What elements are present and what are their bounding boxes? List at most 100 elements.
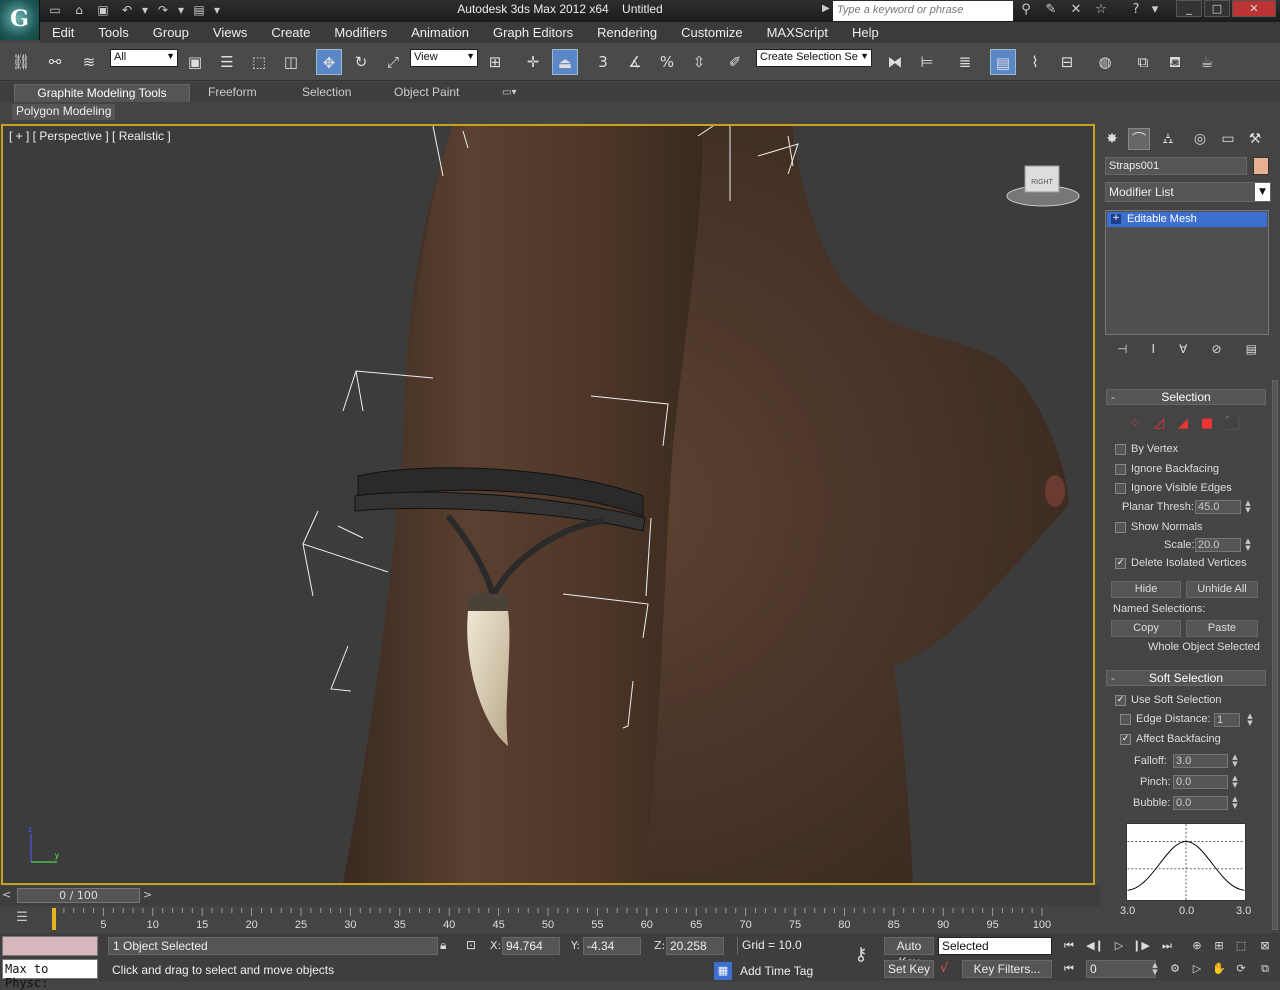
object-name-field[interactable]: Straps001 [1105,157,1247,175]
time-tag-icon[interactable]: ▦ [714,962,732,980]
zoom-extents-icon[interactable]: ⬚ [1230,937,1252,955]
window-crossing-icon[interactable]: ◫ [278,49,304,75]
select-and-move-icon[interactable]: ✥ [316,49,342,75]
select-and-link-icon[interactable]: ⛓ [8,49,34,75]
maxscript-mini-listener[interactable]: Max to Physc: [2,959,98,990]
save-icon[interactable]: ▣ [92,1,114,19]
configure-modifier-sets-icon[interactable]: ▤ [1246,342,1257,362]
bubble-spin-arrows[interactable]: ▲ ▼ [1230,796,1240,810]
play-icon[interactable]: ▷ [1108,937,1130,955]
key-mode-dropdown[interactable]: Selected [938,937,1052,955]
face-mode-icon[interactable]: ◢ [1176,417,1190,431]
element-mode-icon[interactable]: ⬛ [1224,417,1240,431]
time-slider-prev-icon[interactable]: < [2,888,11,901]
frame-ruler[interactable]: 5 10 15 20 25 30 35 40 45 50 55 60 65 70 75 80 85 90 95 100 [52,908,1097,930]
help-icon[interactable]: ? [1125,1,1147,19]
new-file-icon[interactable]: ▭ [44,1,66,19]
by-vertex-checkbox[interactable] [1115,444,1126,455]
next-frame-icon[interactable]: ❙▶ [1130,937,1152,955]
ignore-visible-edges-checkbox[interactable] [1115,483,1126,494]
modify-tab-icon[interactable]: ⌒ [1128,128,1150,150]
planar-thresh-spin-arrows[interactable]: ▲ ▼ [1243,500,1253,514]
zoom-icon[interactable]: ⊕ [1186,937,1208,955]
menu-customize[interactable]: Customize [669,25,754,40]
scale-spinner[interactable]: 20.0 [1195,538,1241,552]
tab-object-paint[interactable]: Object Paint [388,84,465,102]
minimize-button[interactable]: _ [1176,0,1202,17]
redo-icon[interactable]: ↷ [152,1,174,19]
align-icon[interactable]: ⊨ [914,49,940,75]
z-coord-field[interactable]: 20.258 [666,937,724,955]
use-soft-selection-checkbox[interactable]: ✓ [1115,695,1126,706]
remove-modifier-icon[interactable]: ⊘ [1211,342,1221,362]
selection-filter-dropdown[interactable]: All [110,49,178,67]
tab-graphite-modeling-tools[interactable]: Graphite Modeling Tools [14,84,190,102]
reference-coordinate-dropdown[interactable]: View [410,49,478,67]
zoom-all-icon[interactable]: ⊞ [1208,937,1230,955]
x-coord-field[interactable]: 94.764 [502,937,560,955]
rendered-frame-window-icon[interactable]: ⛾ [1162,49,1188,75]
go-to-end-icon[interactable]: ⏭ [1156,937,1178,955]
search-input[interactable]: Type a keyword or phrase [833,1,1013,21]
subscription-icon[interactable]: ✎ [1040,1,1062,19]
select-object-icon[interactable]: ▣ [182,49,208,75]
ribbon-options-icon[interactable]: ▭▾ [496,84,522,102]
pan-view-icon[interactable]: ✋ [1208,960,1230,978]
go-to-start-icon[interactable]: ⏮ [1058,937,1080,955]
utilities-tab-icon[interactable]: ⚒ [1244,128,1266,150]
selection-lock-icon[interactable]: 🔒︎ [440,938,446,953]
edge-distance-checkbox[interactable] [1120,714,1131,725]
menu-rendering[interactable]: Rendering [585,25,669,40]
render-setup-icon[interactable]: ⧉ [1130,49,1156,75]
hierarchy-tab-icon[interactable]: ⛼ [1157,128,1179,150]
delete-isolated-checkbox[interactable]: ✓ [1115,558,1126,569]
zoom-extents-all-icon[interactable]: ⊠ [1254,937,1276,955]
menu-graph-editors[interactable]: Graph Editors [481,25,585,40]
pinch-spinner[interactable]: 0.0 [1173,775,1228,789]
time-slider-next-icon[interactable]: > [143,888,152,901]
viewcube[interactable]: RIGHT [1003,156,1083,216]
tab-selection[interactable]: Selection [296,84,357,102]
vertex-mode-icon[interactable]: ⁘ [1128,417,1142,431]
show-end-result-icon[interactable]: Ⅰ [1152,342,1156,362]
viewport-label[interactable]: [ + ] [ Perspective ] [ Realistic ] [9,129,171,143]
help-dropdown-icon[interactable]: ▾ [1150,1,1160,19]
menu-modifiers[interactable]: Modifiers [322,25,399,40]
set-key-button[interactable]: Set Key [884,960,934,978]
bind-to-space-warp-icon[interactable]: ≋ [76,49,102,75]
display-tab-icon[interactable]: ▭ [1217,128,1239,150]
menu-animation[interactable]: Animation [399,25,481,40]
soft-selection-rollout-header[interactable]: - Soft Selection [1106,670,1266,686]
rectangular-selection-icon[interactable]: ⬚ [246,49,272,75]
show-normals-checkbox[interactable] [1115,522,1126,533]
command-panel-scrollbar[interactable] [1272,380,1278,930]
polygon-mode-icon[interactable]: ■ [1200,417,1214,431]
polygon-modeling-panel-tab[interactable]: Polygon Modeling [12,104,116,120]
auto-key-button[interactable]: Auto Key [884,937,934,969]
absolute-transform-icon[interactable]: ⊡ [466,938,476,952]
make-unique-icon[interactable]: ∀ [1179,342,1187,362]
render-production-icon[interactable]: ☕ [1194,49,1220,75]
menu-views[interactable]: Views [201,25,259,40]
affect-backfacing-checkbox[interactable]: ✓ [1120,734,1131,745]
menu-maxscript[interactable]: MAXScript [755,25,840,40]
hide-button[interactable]: Hide [1111,581,1181,598]
named-selection-dropdown[interactable]: Create Selection Se [756,49,872,67]
current-frame-marker[interactable] [52,908,56,930]
undo-icon[interactable]: ↶ [116,1,138,19]
ignore-backfacing-checkbox[interactable] [1115,464,1126,475]
menu-edit[interactable]: Edit [40,25,86,40]
add-time-tag-text[interactable]: Add Time Tag [740,964,813,978]
frame-spin-arrows[interactable]: ▲ ▼ [1150,962,1160,976]
falloff-spinner[interactable]: 3.0 [1173,754,1228,768]
scale-spin-arrows[interactable]: ▲ ▼ [1243,538,1253,552]
keyboard-shortcut-override-icon[interactable]: ⏏ [552,49,578,75]
field-of-view-icon[interactable]: ▷ [1186,960,1208,978]
bubble-spinner[interactable]: 0.0 [1173,796,1228,810]
angle-snap-icon[interactable]: ∡ [622,49,648,75]
perspective-viewport[interactable]: [ + ] [ Perspective ] [ Realistic ] RIGH… [1,124,1095,885]
y-coord-field[interactable]: -4.34 [583,937,641,955]
select-and-manipulate-icon[interactable]: ✛ [520,49,546,75]
unhide-all-button[interactable]: Unhide All [1186,581,1258,598]
project-folder-icon[interactable]: ▤ [188,1,210,19]
